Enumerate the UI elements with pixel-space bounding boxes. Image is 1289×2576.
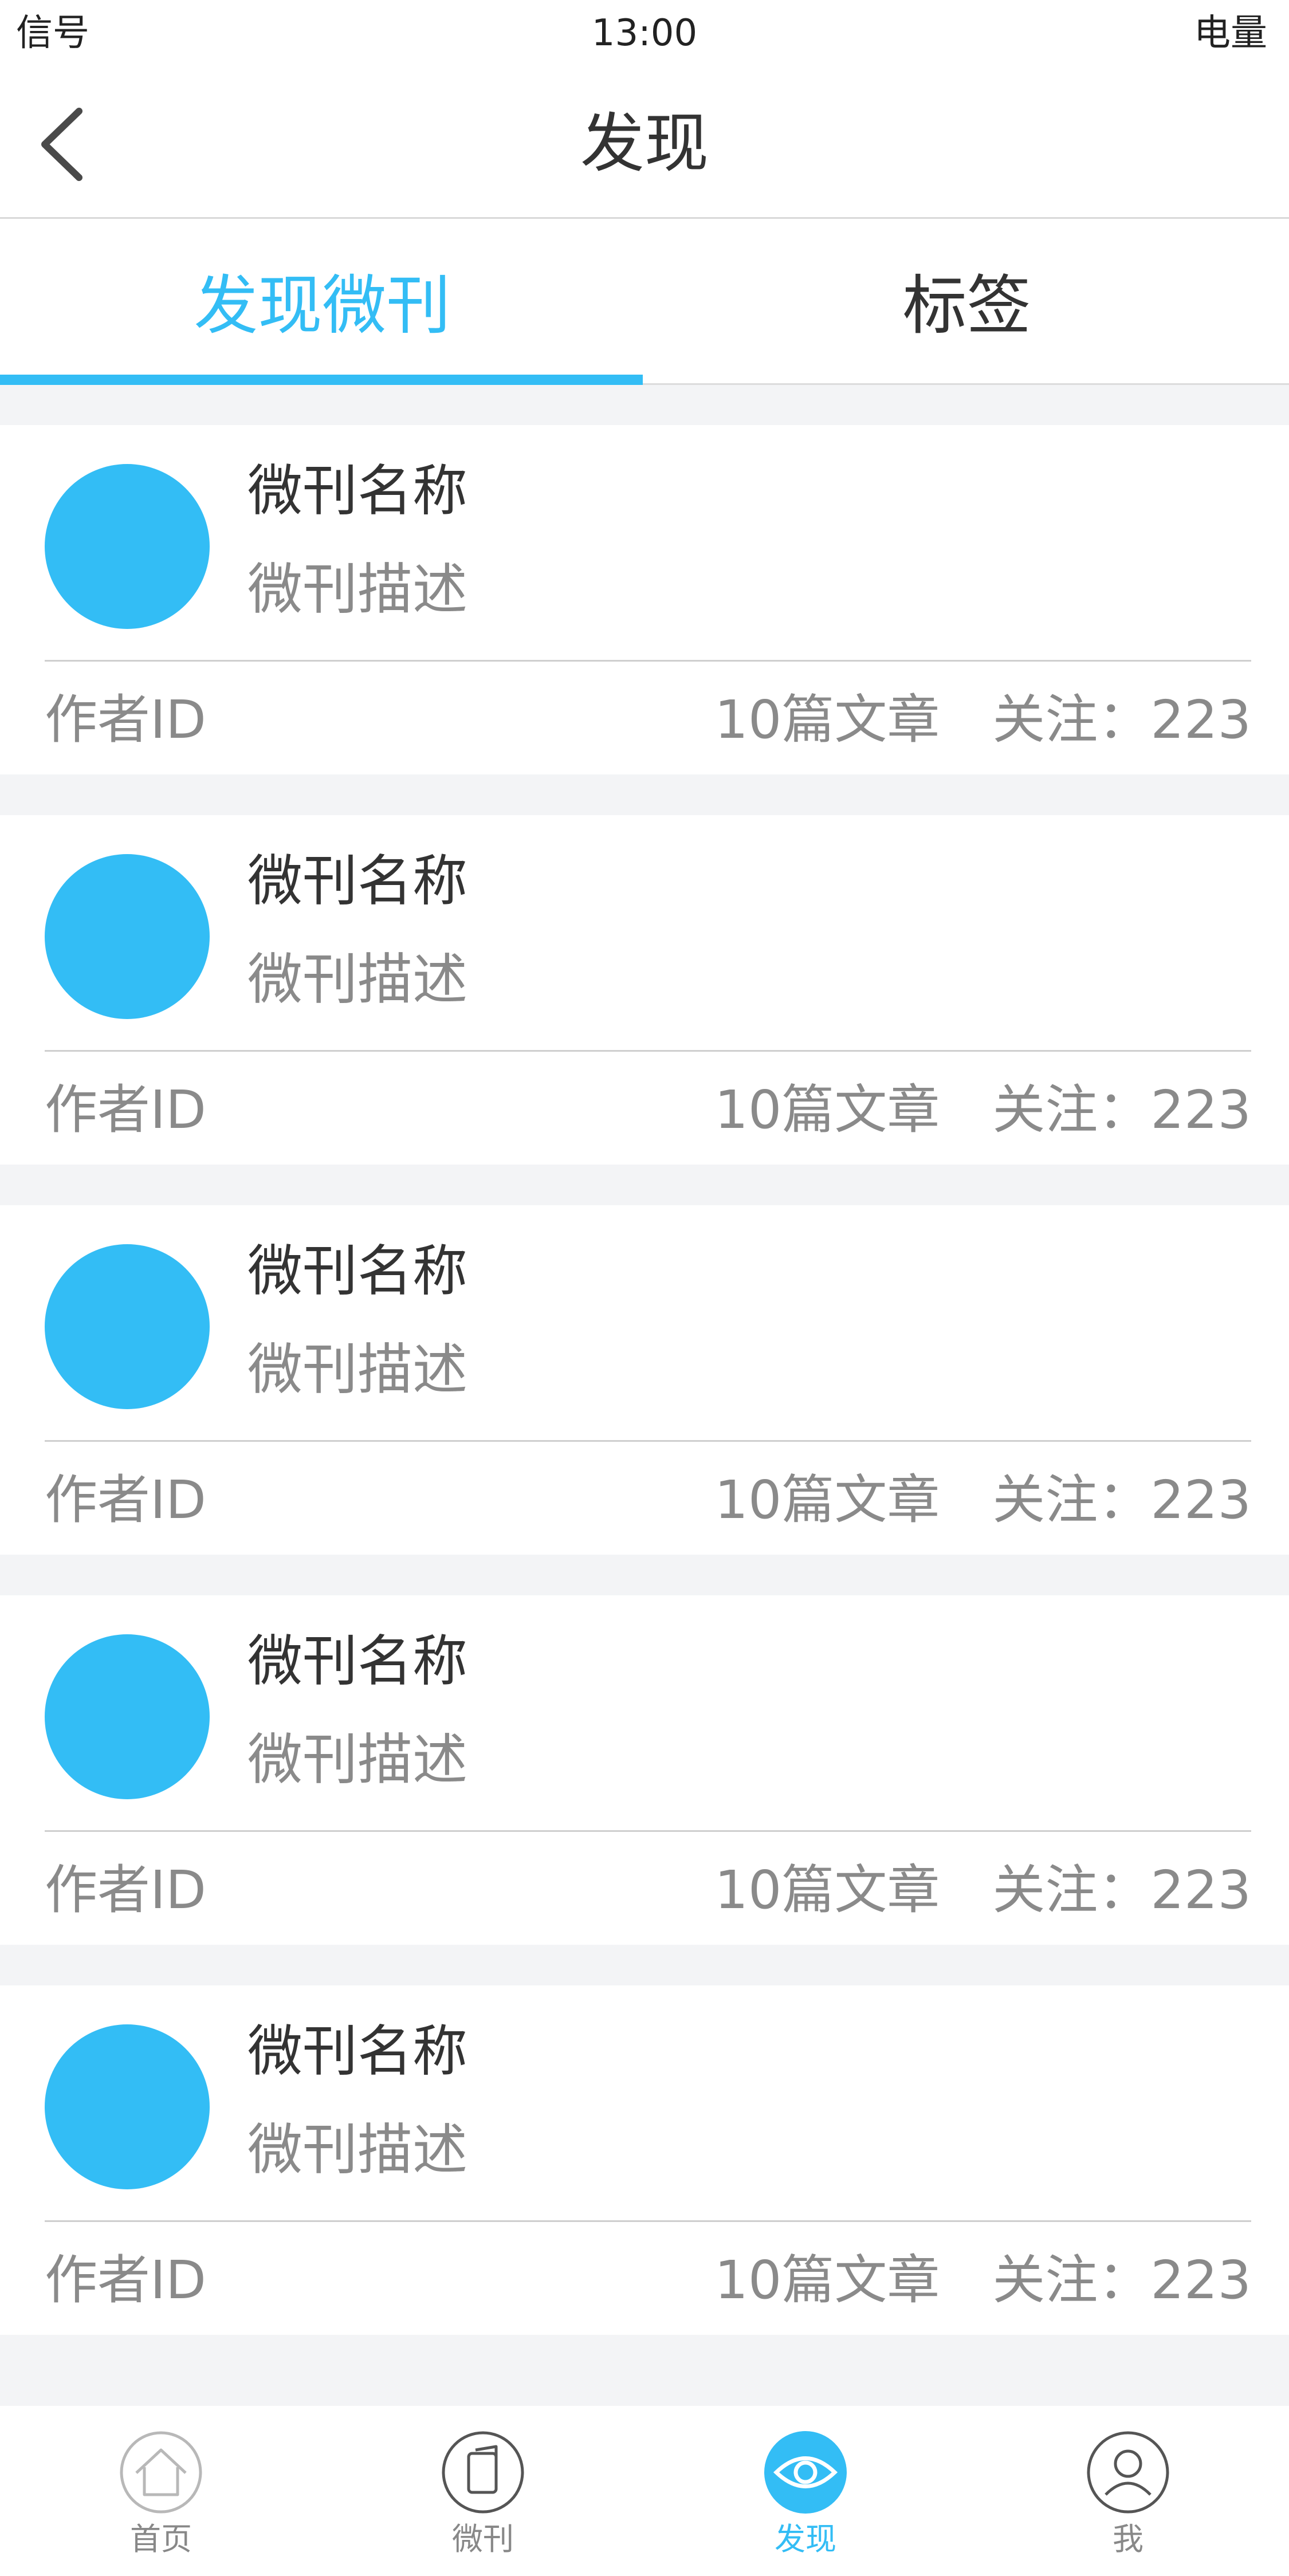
book-icon (441, 2431, 525, 2514)
journal-stats: 10篇文章 关注：223 (714, 1469, 1251, 1532)
journal-title: 微刊名称 (247, 2019, 467, 2083)
follower-count: 关注：223 (992, 689, 1251, 750)
article-count: 10篇文章 (714, 1859, 940, 1921)
journal-stats: 10篇文章 关注：223 (714, 1859, 1251, 1922)
status-time: 13:00 (591, 12, 698, 54)
journal-title: 微刊名称 (247, 1239, 467, 1303)
article-count: 10篇文章 (714, 689, 940, 750)
card-divider (45, 660, 1251, 662)
bottom-nav-home[interactable]: 首页 (0, 2406, 322, 2576)
follower-count: 关注：223 (992, 1859, 1251, 1921)
journal-card[interactable]: 微刊名称 微刊描述 作者ID 10篇文章 关注：223 (0, 425, 1289, 774)
journal-card[interactable]: 微刊名称 微刊描述 作者ID 10篇文章 关注：223 (0, 1595, 1289, 1945)
bottom-nav-journals[interactable]: 微刊 (322, 2406, 644, 2576)
journal-avatar (45, 464, 210, 629)
journal-author: 作者ID (45, 1859, 206, 1921)
discover-page: 信号 13:00 电量 发现 发现微刊 标签 微刊名称 微刊描述 作者ID 10… (0, 0, 1289, 2576)
bottom-nav-label: 我 (1113, 2521, 1143, 2557)
journal-avatar (45, 1244, 210, 1409)
journal-stats: 10篇文章 关注：223 (714, 689, 1251, 752)
journal-title: 微刊名称 (247, 849, 467, 913)
active-tab-indicator (0, 375, 643, 385)
journal-card[interactable]: 微刊名称 微刊描述 作者ID 10篇文章 关注：223 (0, 815, 1289, 1165)
journal-description: 微刊描述 (247, 1338, 467, 1402)
home-icon (119, 2431, 203, 2514)
bottom-nav-label: 发现 (775, 2521, 836, 2557)
journal-description: 微刊描述 (247, 1728, 467, 1792)
user-icon (1086, 2431, 1170, 2514)
journal-avatar (45, 854, 210, 1019)
journal-title: 微刊名称 (247, 459, 467, 523)
bottom-nav-label: 首页 (130, 2521, 192, 2557)
journal-author: 作者ID (45, 1079, 206, 1140)
article-count: 10篇文章 (714, 1469, 940, 1531)
bottom-nav-me[interactable]: 我 (967, 2406, 1289, 2576)
tab-discover-journals[interactable]: 发现微刊 (0, 219, 644, 385)
journal-card[interactable]: 微刊名称 微刊描述 作者ID 10篇文章 关注：223 (0, 1205, 1289, 1555)
status-bar: 信号 13:00 电量 (0, 0, 1289, 69)
page-title: 发现 (580, 107, 709, 181)
follower-count: 关注：223 (992, 1079, 1251, 1140)
card-divider (45, 1050, 1251, 1052)
eye-icon (764, 2431, 847, 2514)
bottom-nav-discover[interactable]: 发现 (644, 2406, 966, 2576)
journal-description: 微刊描述 (247, 2118, 467, 2182)
follower-count: 关注：223 (992, 1469, 1251, 1531)
card-divider (45, 1440, 1251, 1442)
card-divider (45, 2220, 1251, 2222)
journal-author: 作者ID (45, 2249, 206, 2311)
tab-tags[interactable]: 标签 (644, 219, 1289, 385)
journal-author: 作者ID (45, 1469, 206, 1531)
journal-description: 微刊描述 (247, 947, 467, 1012)
article-count: 10篇文章 (714, 2249, 940, 2311)
bottom-nav-label: 微刊 (452, 2521, 514, 2557)
journal-description: 微刊描述 (247, 557, 467, 622)
journal-author: 作者ID (45, 689, 206, 750)
journal-avatar (45, 2024, 210, 2189)
journal-stats: 10篇文章 关注：223 (714, 1079, 1251, 1142)
battery-indicator: 电量 (1194, 12, 1267, 54)
follower-count: 关注：223 (992, 2249, 1251, 2311)
journal-stats: 10篇文章 关注：223 (714, 2249, 1251, 2312)
journal-card[interactable]: 微刊名称 微刊描述 作者ID 10篇文章 关注：223 (0, 1985, 1289, 2335)
navigation-bar: 发现 (0, 69, 1289, 219)
journal-title: 微刊名称 (247, 1629, 467, 1693)
article-count: 10篇文章 (714, 1079, 940, 1140)
bottom-tab-bar: 首页 微刊 发现 我 (0, 2406, 1289, 2576)
card-divider (45, 1830, 1251, 1832)
tab-bar: 发现微刊 标签 (0, 219, 1289, 385)
journal-avatar (45, 1634, 210, 1799)
